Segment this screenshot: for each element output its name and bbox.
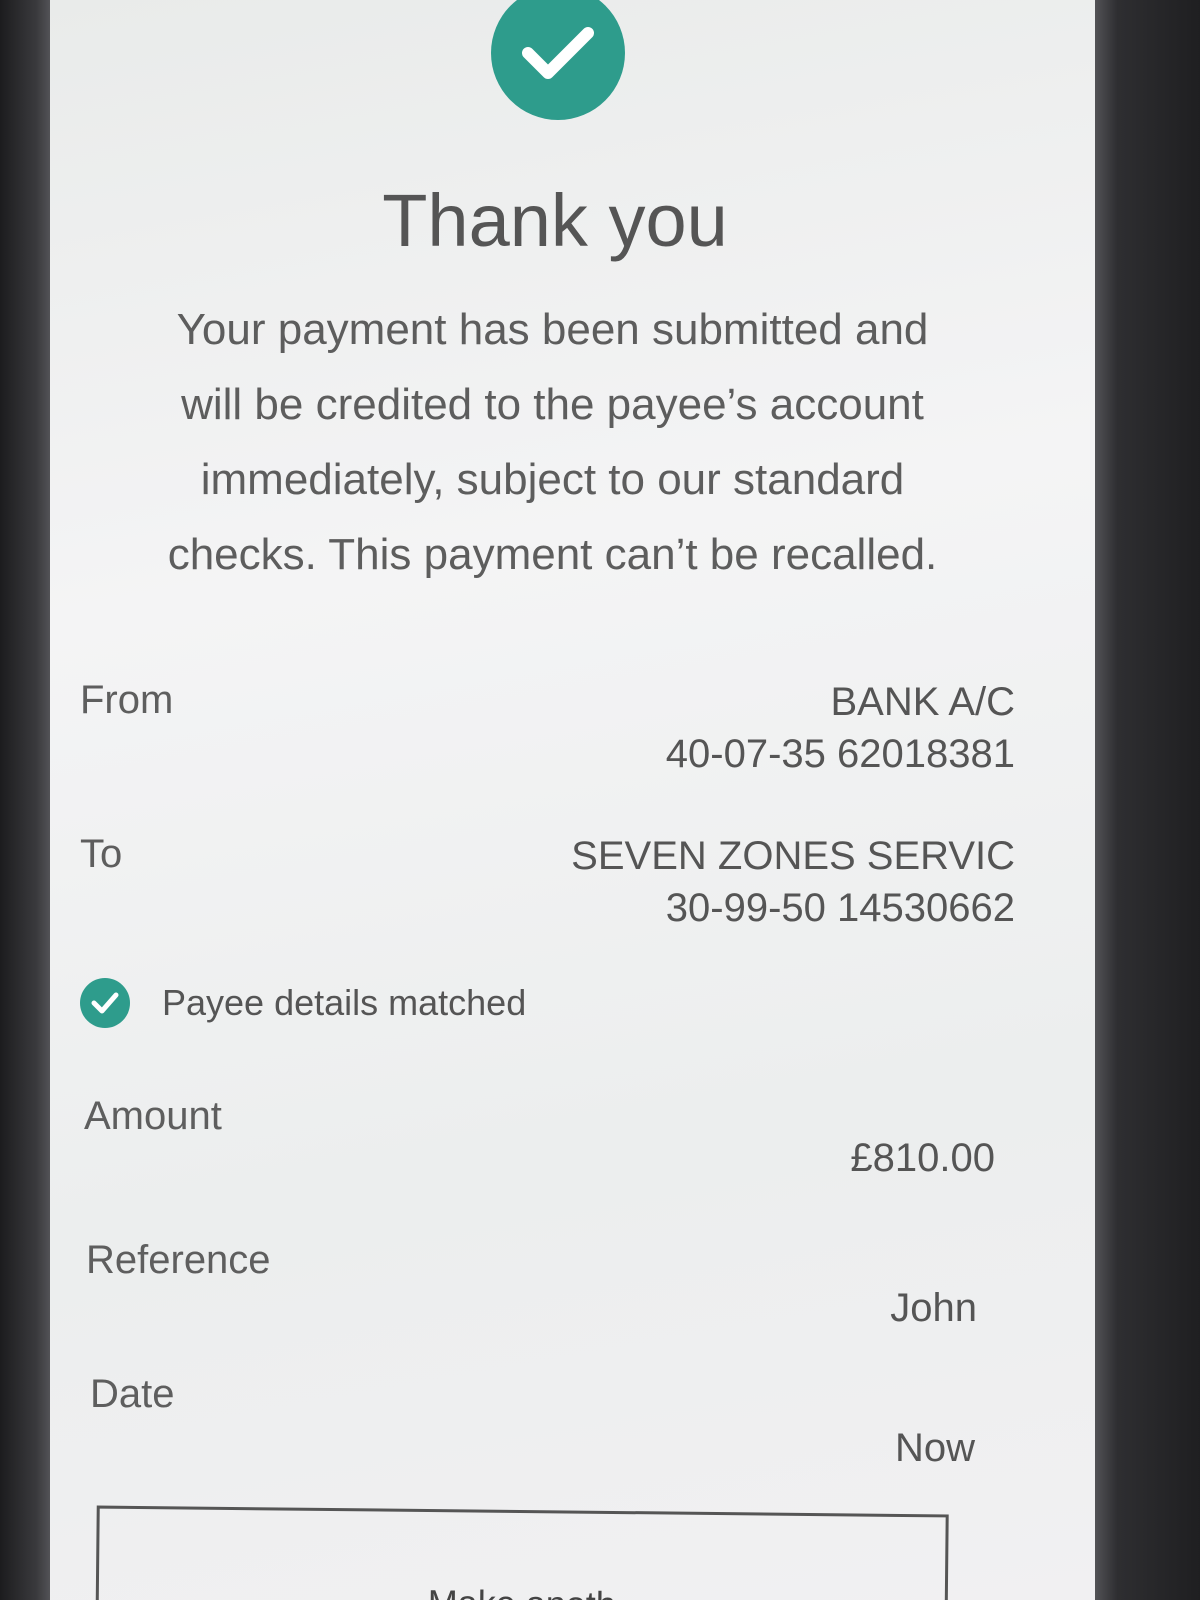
device-bezel-right — [1090, 0, 1200, 1600]
reference-value: John — [890, 1286, 977, 1330]
make-another-payment-button[interactable]: Make anoth — [95, 1505, 949, 1600]
confirmation-message: Your payment has been submitted and will… — [167, 305, 938, 579]
to-account: SEVEN ZONES SERVIC 30-99-50 14530662 — [571, 830, 1015, 934]
to-account-number: 30-99-50 14530662 — [665, 886, 1015, 930]
device-bezel-left — [0, 0, 52, 1600]
small-checkmark-icon — [91, 992, 119, 1014]
amount-label: Amount — [84, 1094, 222, 1138]
to-account-name: SEVEN ZONES SERVIC — [571, 834, 1015, 878]
from-label: From — [80, 678, 174, 722]
from-account: BANK A/C 40-07-35 62018381 — [666, 676, 1015, 780]
date-value: Now — [894, 1426, 975, 1470]
reference-label: Reference — [86, 1238, 271, 1282]
payee-matched-text: Payee details matched — [162, 982, 527, 1023]
to-label: To — [80, 832, 123, 876]
payee-match-status: Payee details matched — [80, 978, 526, 1028]
payment-confirmation-screen: Thank you Your payment has been submitte… — [50, 0, 1095, 1600]
from-account-number: 40-07-35 62018381 — [665, 732, 1015, 776]
amount-value: £810.00 — [850, 1136, 995, 1180]
from-account-name: BANK A/C — [830, 680, 1015, 724]
success-check-icon — [491, 0, 625, 120]
payee-matched-check-icon — [80, 978, 130, 1028]
date-label: Date — [90, 1372, 175, 1416]
page-title: Thank you — [382, 179, 728, 262]
checkmark-icon — [522, 27, 594, 79]
